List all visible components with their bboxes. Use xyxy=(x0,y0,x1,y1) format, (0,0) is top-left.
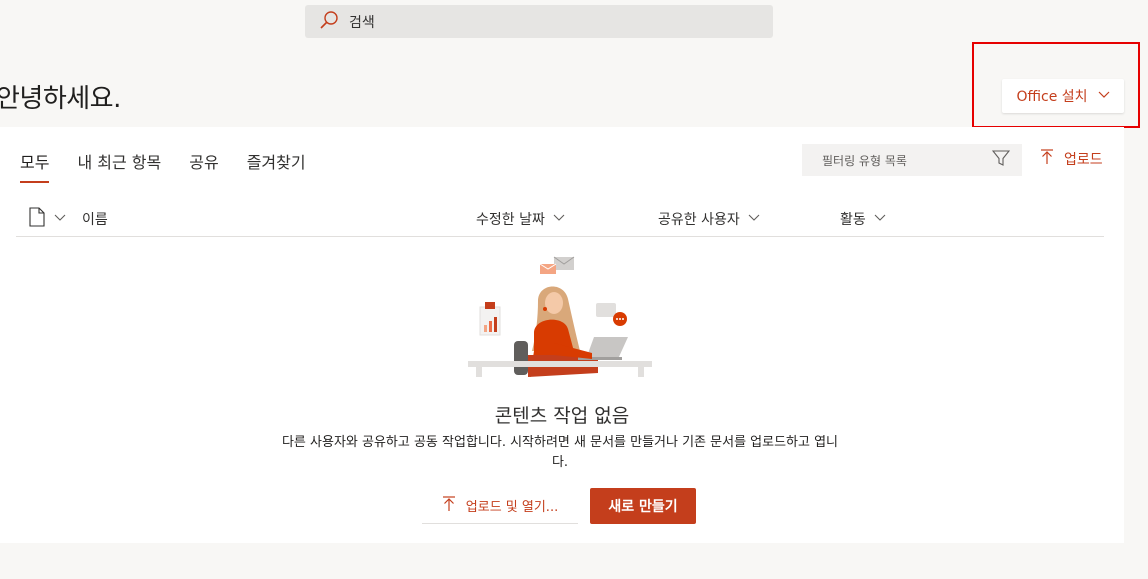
tab-bar: 모두 내 최근 항목 공유 즐겨찾기 xyxy=(20,149,334,183)
chevron-down-icon xyxy=(553,211,565,227)
tab-all[interactable]: 모두 xyxy=(20,149,50,183)
file-icon xyxy=(28,207,46,231)
highlight-box xyxy=(972,42,1140,128)
chevron-down-icon xyxy=(54,211,66,227)
upload-arrow-icon xyxy=(1040,149,1054,169)
upload-and-open-label: 업로드 및 열기... xyxy=(465,500,559,515)
empty-state-title: 콘텐츠 작업 없음 xyxy=(494,405,630,427)
activity-column-label: 활동 xyxy=(840,212,866,228)
shared-by-column-label: 공유한 사용자 xyxy=(658,212,740,228)
activity-column-header[interactable]: 활동 xyxy=(840,209,886,229)
create-new-button[interactable]: 새로 만들기 xyxy=(590,488,696,524)
shared-by-column-header[interactable]: 공유한 사용자 xyxy=(658,209,760,229)
chevron-down-icon xyxy=(748,211,760,227)
empty-state-illustration xyxy=(468,256,652,377)
tab-recent[interactable]: 내 최근 항목 xyxy=(77,149,161,183)
upload-button[interactable]: 업로드 xyxy=(1040,149,1103,169)
upload-and-open-button[interactable]: 업로드 및 열기... xyxy=(422,488,578,524)
filter-icon[interactable] xyxy=(991,149,1011,171)
modified-column-label: 수정한 날짜 xyxy=(476,212,545,228)
name-column-header[interactable]: 이름 xyxy=(82,209,108,229)
list-header: 이름 수정한 날짜 공유한 사용자 활동 xyxy=(16,199,1104,237)
chevron-down-icon xyxy=(874,211,886,227)
upload-arrow-icon xyxy=(442,495,456,516)
documents-panel: 모두 내 최근 항목 공유 즐겨찾기 필터링 유형 목록 업로드 이름 수정한 … xyxy=(0,127,1124,543)
tab-favorites[interactable]: 즐겨찾기 xyxy=(247,149,306,183)
tab-shared[interactable]: 공유 xyxy=(189,149,218,183)
name-column-label: 이름 xyxy=(82,212,108,228)
search-box[interactable]: 검색 xyxy=(305,5,773,38)
filter-placeholder: 필터링 유형 목록 xyxy=(822,153,907,168)
file-type-column-header[interactable] xyxy=(28,207,66,231)
search-placeholder: 검색 xyxy=(349,14,375,31)
page-greeting: 안녕하세요. xyxy=(0,84,121,114)
empty-state-description: 다른 사용자와 공유하고 공동 작업합니다. 시작하려면 새 문서를 만들거나 … xyxy=(281,435,839,470)
filter-input[interactable]: 필터링 유형 목록 xyxy=(802,144,1022,176)
upload-label: 업로드 xyxy=(1064,152,1103,168)
modified-column-header[interactable]: 수정한 날짜 xyxy=(476,209,565,229)
search-icon xyxy=(319,10,339,34)
